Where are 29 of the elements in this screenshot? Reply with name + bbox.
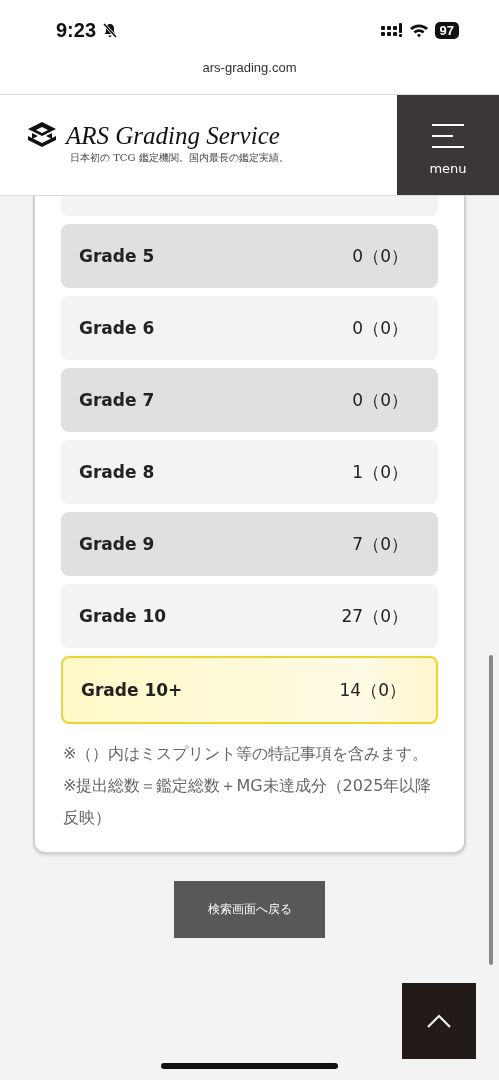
grade-label: Grade 10 bbox=[79, 606, 167, 626]
grade-count: 27（0） bbox=[341, 604, 408, 628]
grade-count: 0（0） bbox=[352, 316, 408, 340]
site-logo[interactable]: ARS Grading Service bbox=[66, 122, 280, 150]
caret-up-icon bbox=[427, 1014, 451, 1028]
grade-count: 14（0） bbox=[339, 678, 406, 702]
url-text[interactable]: ars-grading.com bbox=[202, 60, 297, 75]
menu-button[interactable]: menu bbox=[397, 95, 499, 195]
note-text: ※提出総数＝鑑定総数＋MG未達成分（2025年以降反映） bbox=[63, 775, 433, 829]
grade-label: Grade 7 bbox=[79, 390, 155, 410]
note-text: ※（）内はミスプリント等の特記事項を含みます。 bbox=[63, 743, 430, 765]
grade-count: 7（0） bbox=[352, 532, 408, 556]
grade-label: Grade 10+ bbox=[81, 680, 183, 700]
grade-count: 0（0） bbox=[352, 388, 408, 412]
menu-icon bbox=[431, 123, 465, 149]
grade-label: Grade 6 bbox=[79, 318, 155, 338]
grade-label: Grade 9 bbox=[79, 534, 155, 554]
grade-count: 0（0） bbox=[352, 244, 408, 268]
back-to-search-button[interactable]: 検索画面へ戻る bbox=[174, 881, 325, 938]
wifi-icon bbox=[408, 22, 429, 38]
scroll-top-button[interactable] bbox=[402, 983, 476, 1059]
clock-time: 9:23 bbox=[56, 18, 97, 42]
bell-slash-icon bbox=[102, 22, 119, 38]
grade-count: 1（0） bbox=[352, 460, 408, 484]
battery-level: 97 bbox=[434, 21, 459, 39]
tagline: 日本初の TCG 鑑定機関。国内最長の鑑定実績。 bbox=[70, 151, 289, 165]
signal-icon bbox=[380, 23, 403, 37]
grade-label: Grade 5 bbox=[79, 246, 155, 266]
grade-label: Grade 8 bbox=[79, 462, 155, 482]
